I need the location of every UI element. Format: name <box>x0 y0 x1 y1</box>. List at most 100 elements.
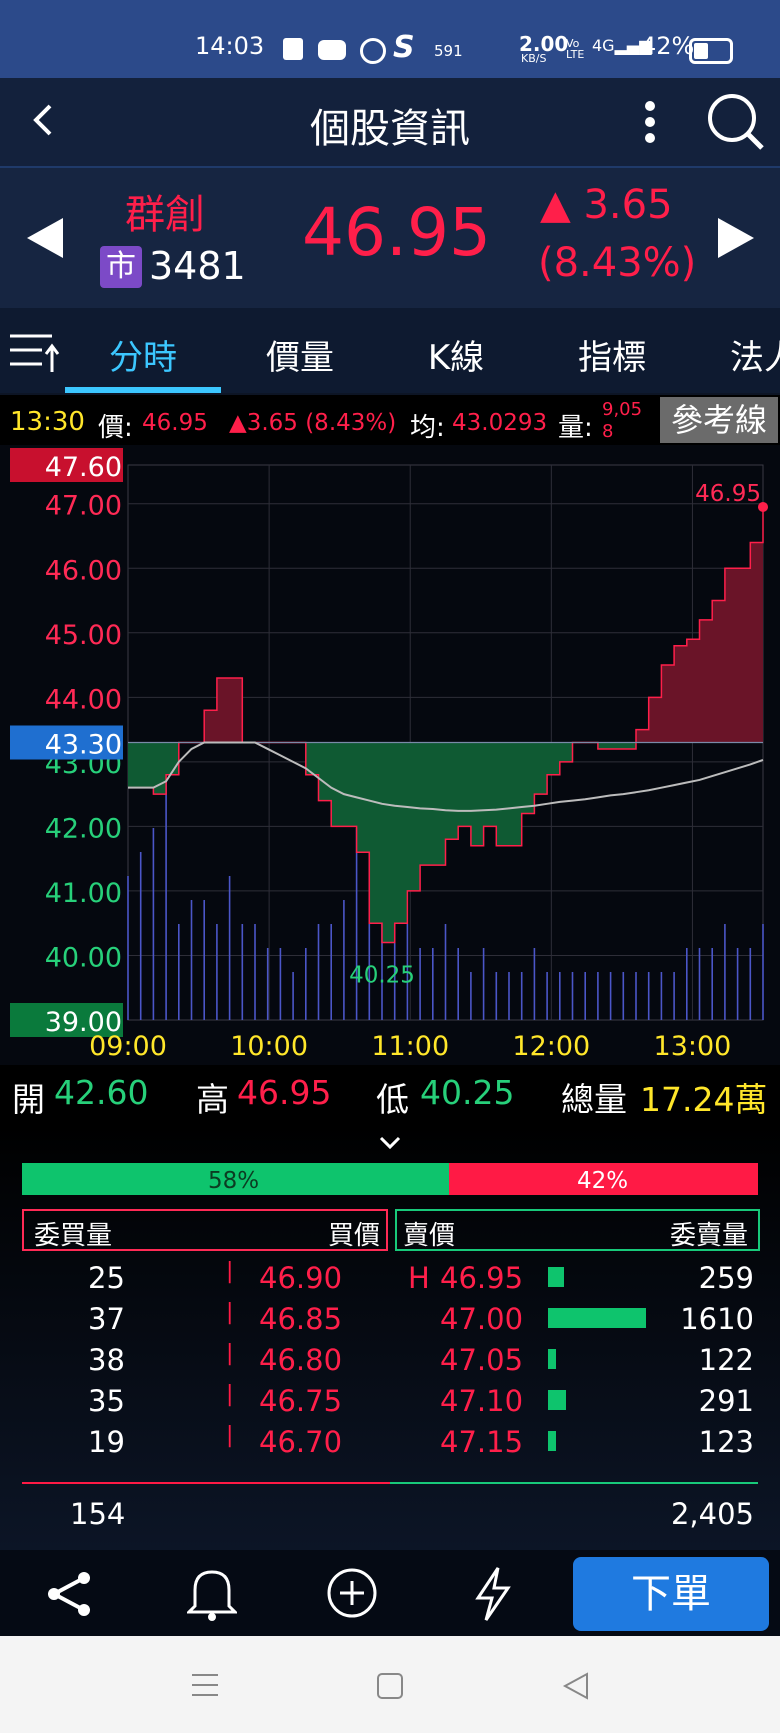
tab-indicators[interactable]: 指標 <box>534 330 690 379</box>
price-area-up <box>128 506 763 743</box>
share-icon[interactable] <box>46 1570 94 1618</box>
buy-ratio-label: 58% <box>208 1168 260 1194</box>
bid-qty: 35 <box>88 1384 125 1418</box>
menu-icon[interactable] <box>190 1672 220 1698</box>
search-icon[interactable] <box>706 92 766 152</box>
bid-qty: 19 <box>88 1425 125 1459</box>
ask-price: 47.05 <box>440 1343 524 1377</box>
open-value: 42.60 <box>54 1073 149 1112</box>
sort-icon[interactable] <box>8 326 60 378</box>
bid-price-header: 買價 <box>327 1221 380 1251</box>
low-annotation: 40.25 <box>349 963 415 989</box>
info-avg-label: 均: <box>410 413 445 443</box>
x-tick-label: 13:00 <box>654 1031 732 1062</box>
ask-price-header: 賣價 <box>403 1221 456 1251</box>
status-time: 14:03 <box>195 32 265 60</box>
stock-code: 3481 <box>149 244 246 288</box>
stock-name: 群創 <box>125 192 205 238</box>
ohlc-summary: 開 42.60 高 46.95 低 40.25 總量 17.24萬 <box>0 1065 780 1125</box>
reference-line-button[interactable]: 參考線 <box>660 397 778 443</box>
bid-price: 46.75 <box>259 1384 343 1418</box>
tab-price-volume[interactable]: 價量 <box>222 330 378 379</box>
notification-591: 591 <box>434 42 463 60</box>
ask-flag: H <box>408 1261 430 1295</box>
volume-label: 總量 <box>561 1080 627 1119</box>
bid-total: 154 <box>70 1497 126 1531</box>
ask-header: 賣價 委賣量 <box>395 1209 760 1251</box>
ask-volume-bar <box>548 1267 564 1287</box>
tab-intraday[interactable]: 分時 <box>65 330 221 379</box>
info-vol-label: 量: <box>558 413 593 443</box>
bid-header: 委買量 買價 <box>22 1209 388 1251</box>
system-nav-bar <box>0 1636 780 1733</box>
ask-volume-bar <box>548 1349 556 1369</box>
y-tick-label: 41.00 <box>45 878 122 909</box>
ask-qty-header: 委賣量 <box>669 1221 748 1251</box>
bell-icon[interactable] <box>187 1566 237 1622</box>
info-time: 13:30 <box>10 407 85 437</box>
more-icon[interactable] <box>636 98 664 148</box>
place-order-button[interactable]: 下單 <box>573 1557 769 1631</box>
stock-price: 46.95 <box>302 194 491 271</box>
battery-percent: 42% <box>641 32 695 60</box>
ask-volume-bar <box>548 1431 556 1451</box>
chart-info-bar: 13:30 價: 46.95 ▲3.65 (8.43%) 均: 43.0293 … <box>0 395 780 445</box>
y-tick-label: 46.00 <box>45 555 122 586</box>
tab-institutional[interactable]: 法人 <box>730 330 780 379</box>
y-max-label: 47.60 <box>45 452 122 483</box>
info-vol-bottom: 8 <box>602 421 614 442</box>
info-price: 46.95 <box>142 410 208 436</box>
sell-ratio-label: 42% <box>577 1168 629 1194</box>
home-icon[interactable] <box>376 1672 404 1700</box>
active-tab-indicator <box>65 387 221 393</box>
alarm-icon <box>360 38 386 64</box>
high-value: 46.95 <box>237 1073 332 1112</box>
x-tick-label: 12:00 <box>512 1031 590 1062</box>
bid-price: 46.80 <box>259 1343 343 1377</box>
back-nav-icon[interactable] <box>562 1672 590 1700</box>
battery-icon <box>689 38 733 64</box>
x-tick-label: 10:00 <box>230 1031 308 1062</box>
tab-kline[interactable]: K線 <box>378 330 534 379</box>
prev-stock-icon[interactable] <box>25 216 65 260</box>
intraday-chart-svg: 47.0046.0045.0044.0043.0042.0041.0040.00… <box>10 448 768 1062</box>
plus-circle-icon[interactable] <box>326 1567 378 1619</box>
orderbook-row[interactable]: 19 | 46.70 47.15 123 <box>0 1421 780 1465</box>
y-tick-label: 42.00 <box>45 813 122 844</box>
low-value: 40.25 <box>420 1073 515 1112</box>
ask-qty: 1610 <box>680 1302 754 1336</box>
orderbook-row[interactable]: 25 | 46.90 H 46.95 259 <box>0 1257 780 1301</box>
app-s-icon: S <box>393 30 415 65</box>
orderbook-row[interactable]: 38 | 46.80 47.05 122 <box>0 1339 780 1383</box>
volte-label: Vo LTE <box>566 37 585 61</box>
ask-divider <box>390 1482 758 1484</box>
ask-qty: 123 <box>698 1425 754 1459</box>
stock-change-pct: (8.43%) <box>538 240 697 286</box>
quote-panel: 群創 市 3481 46.95 ▲ 3.65 (8.43%) <box>0 168 780 308</box>
bid-tick: | <box>226 1341 234 1366</box>
ask-price: 46.95 <box>440 1261 524 1295</box>
tab-bar: 分時 價量 K線 指標 法人 <box>0 308 780 393</box>
bid-divider <box>22 1482 390 1484</box>
intraday-chart: 47.00 46.00 45.00 44.00 43.00 42.00 41.00 40.00… <box>0 445 780 1070</box>
ask-qty: 291 <box>698 1384 754 1418</box>
orderbook-row[interactable]: 37 | 46.85 47.00 1610 <box>0 1298 780 1342</box>
bid-tick: | <box>226 1300 234 1325</box>
y-tick-label: 45.00 <box>45 620 122 651</box>
youtube-icon <box>318 40 346 60</box>
x-tick-label: 09:00 <box>89 1031 167 1062</box>
ask-price: 47.15 <box>440 1425 524 1459</box>
orderbook-row[interactable]: 35 | 46.75 47.10 291 <box>0 1380 780 1424</box>
net-speed-unit: KB/S <box>521 52 547 65</box>
bottom-toolbar: 下單 <box>0 1550 780 1636</box>
ask-volume-bar <box>548 1308 646 1328</box>
chevron-down-icon[interactable] <box>378 1135 402 1151</box>
info-price-label: 價: <box>98 413 133 443</box>
market-badge: 市 <box>100 246 142 288</box>
lightning-icon[interactable] <box>474 1566 512 1622</box>
next-stock-icon[interactable] <box>716 216 756 260</box>
stock-change: ▲ 3.65 <box>540 182 673 228</box>
volume-value: 17.24萬 <box>640 1080 768 1119</box>
x-tick-label: 11:00 <box>371 1031 449 1062</box>
bid-price: 46.70 <box>259 1425 343 1459</box>
